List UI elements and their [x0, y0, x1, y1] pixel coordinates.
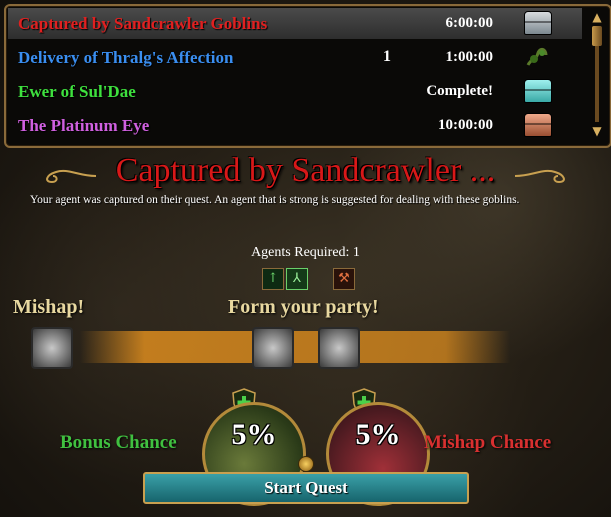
- quest-row[interactable]: Captured by Sandcrawler Goblins 6:00:00: [8, 8, 582, 39]
- party-slot-1[interactable]: [252, 327, 294, 369]
- agility-skill-icon: ⅄: [286, 268, 308, 290]
- mishap-chance-value: 5%: [355, 418, 401, 451]
- party-slot-band: [80, 331, 510, 363]
- scroll-down-icon[interactable]: ▼: [590, 124, 604, 138]
- quest-name: The Platinum Eye: [18, 116, 150, 135]
- quest-time: Complete!: [426, 83, 493, 99]
- quest-row[interactable]: The Platinum Eye 10:00:00: [8, 110, 582, 141]
- agents-required: Agents Required: 1: [251, 245, 360, 260]
- quest-list-scrollbar[interactable]: ▲ ▼: [590, 10, 604, 138]
- center-gem-icon: [298, 456, 314, 472]
- mishap-label: Mishap!: [13, 296, 85, 318]
- weapon-skill-icon: ⚒: [333, 268, 355, 290]
- quest-name: Delivery of Thralg's Affection: [18, 48, 234, 67]
- scroll-thumb[interactable]: [592, 26, 602, 46]
- quest-name: Ewer of Sul'Dae: [18, 82, 136, 101]
- right-flourish-icon: [514, 169, 565, 184]
- quest-time: 10:00:00: [438, 117, 493, 133]
- silver-chest-icon: [524, 11, 552, 35]
- bonus-chance-value: 5%: [231, 418, 277, 451]
- quest-row[interactable]: Ewer of Sul'Dae Complete!: [8, 76, 582, 107]
- mishap-chance-label: Mishap Chance: [424, 432, 552, 453]
- quest-time: 6:00:00: [445, 15, 494, 31]
- quest-list: Captured by Sandcrawler Goblins 6:00:00 …: [4, 4, 611, 148]
- bonus-chance-label: Bonus Chance: [60, 432, 177, 453]
- strength-skill-icon: ↑: [262, 268, 284, 290]
- party-slot-2[interactable]: [318, 327, 360, 369]
- start-quest-button[interactable]: Start Quest: [143, 472, 469, 504]
- teal-chest-icon: [524, 79, 552, 103]
- copper-chest-icon: [524, 113, 552, 137]
- vine-icon: [524, 45, 550, 67]
- quest-name: Captured by Sandcrawler Goblins: [18, 14, 268, 33]
- quest-title-bar: Captured by Sandcrawler ...: [0, 152, 611, 196]
- quest-time: 1:00:00: [445, 49, 494, 65]
- form-party-label: Form your party!: [228, 296, 379, 318]
- mishap-slot[interactable]: [31, 327, 73, 369]
- quest-count: 1: [383, 48, 391, 65]
- scroll-up-icon[interactable]: ▲: [590, 10, 604, 24]
- quest-row[interactable]: Delivery of Thralg's Affection 1 1:00:00: [8, 42, 582, 73]
- quest-description: Your agent was captured on their quest. …: [30, 194, 520, 206]
